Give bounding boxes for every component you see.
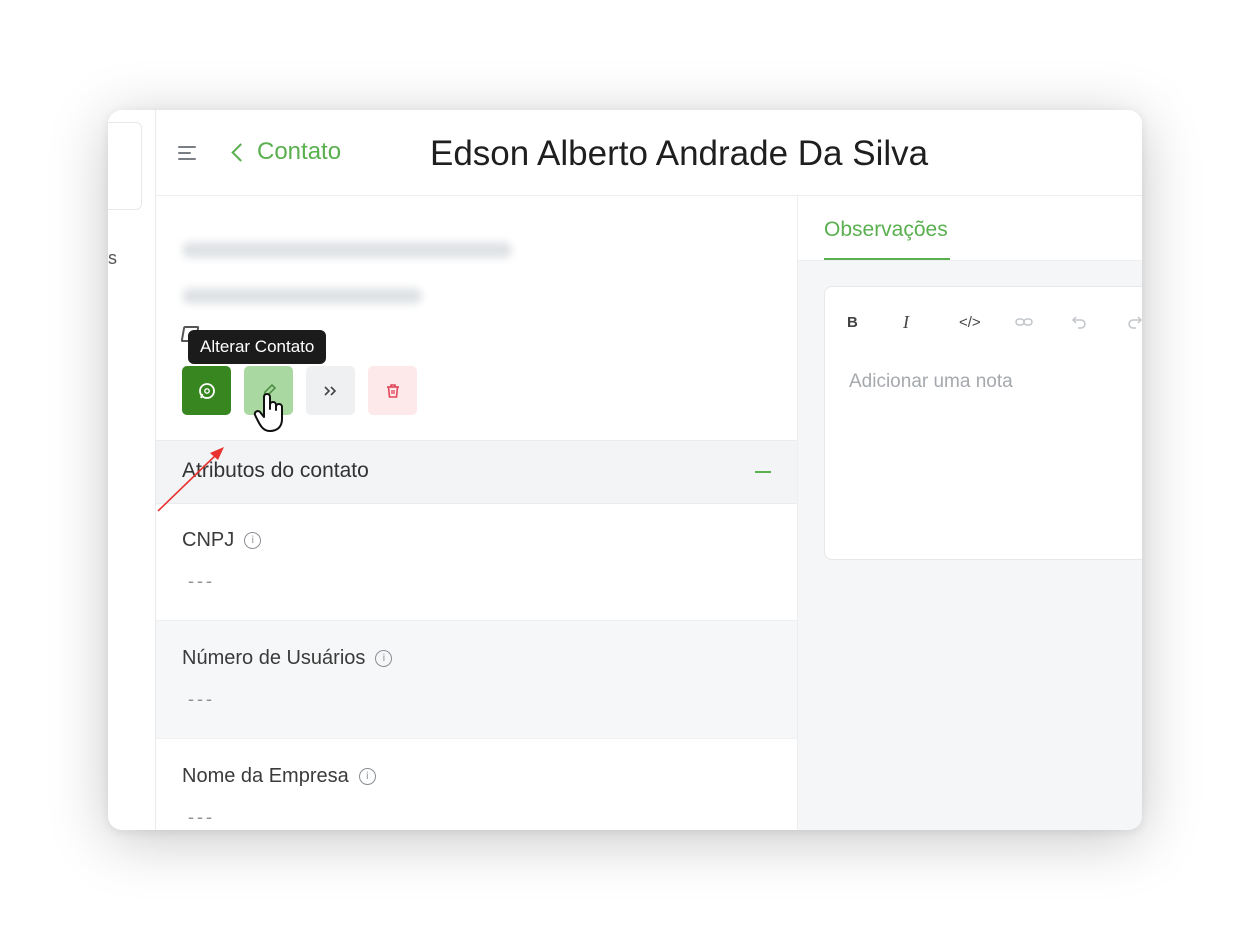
contact-actions xyxy=(182,366,417,415)
tab-observacoes[interactable]: Observações xyxy=(824,196,950,260)
merge-contact-button[interactable] xyxy=(306,366,355,415)
trash-icon xyxy=(386,383,399,398)
attribute-label: CNPJ xyxy=(182,529,235,551)
hand-cursor-icon xyxy=(253,393,283,432)
tooltip: Alterar Contato xyxy=(188,330,327,364)
chevron-left-icon xyxy=(231,143,250,162)
app-window: s Contato Edson Alberto Andrade Da Silva… xyxy=(108,110,1142,830)
attribute-label: Nome da Empresa xyxy=(182,765,349,787)
left-sidebar: s xyxy=(108,110,156,830)
editor-toolbar: B I </> xyxy=(847,309,1142,335)
info-icon[interactable]: i xyxy=(375,650,393,667)
delete-contact-button[interactable] xyxy=(368,366,417,415)
attributes-section-header[interactable]: Atributos do contato xyxy=(156,440,797,504)
notes-panel: Observações B I </> Adicionar uma nota xyxy=(798,196,1142,830)
undo-icon xyxy=(1071,316,1086,329)
contact-details-panel: Alterar Contato Atributos do contato CNP… xyxy=(156,196,798,830)
notes-tabbar: Observações xyxy=(798,196,1142,261)
attribute-row-usuarios: Número de Usuários i --- xyxy=(156,621,797,739)
blurred-email xyxy=(182,242,512,258)
attribute-value[interactable]: --- xyxy=(188,807,215,828)
page-title: Edson Alberto Andrade Da Silva xyxy=(430,134,929,173)
attribute-value[interactable]: --- xyxy=(188,571,215,592)
page-header: Contato Edson Alberto Andrade Da Silva xyxy=(156,110,1142,196)
collapse-icon[interactable] xyxy=(755,471,771,473)
link-icon xyxy=(1015,318,1033,326)
blurred-phone xyxy=(182,288,422,304)
sidebar-panel xyxy=(108,122,142,210)
link-button[interactable] xyxy=(1015,309,1071,335)
redo-icon xyxy=(1128,316,1142,329)
italic-button[interactable]: I xyxy=(903,309,959,335)
back-link[interactable]: Contato xyxy=(231,138,342,166)
info-icon[interactable]: i xyxy=(358,768,376,785)
redo-button[interactable] xyxy=(1127,309,1142,335)
undo-button[interactable] xyxy=(1071,309,1127,335)
code-button[interactable]: </> xyxy=(959,309,1015,335)
double-chevron-right-icon xyxy=(323,385,336,396)
back-link-label: Contato xyxy=(257,138,342,165)
attribute-value[interactable]: --- xyxy=(188,689,215,710)
note-editor[interactable]: B I </> Adicionar uma nota xyxy=(824,286,1142,560)
attribute-row-cnpj: CNPJ i --- xyxy=(156,503,797,621)
attribute-row-empresa: Nome da Empresa i --- xyxy=(156,739,797,830)
note-placeholder: Adicionar uma nota xyxy=(849,371,1013,392)
whatsapp-button[interactable] xyxy=(182,366,231,415)
bold-button[interactable]: B xyxy=(847,309,903,335)
attribute-label: Número de Usuários xyxy=(182,647,366,669)
info-icon[interactable]: i xyxy=(244,532,262,549)
menu-icon[interactable] xyxy=(178,146,196,160)
section-title: Atributos do contato xyxy=(182,459,369,482)
chat-icon xyxy=(198,382,215,399)
sidebar-text-fragment: s xyxy=(108,248,117,268)
